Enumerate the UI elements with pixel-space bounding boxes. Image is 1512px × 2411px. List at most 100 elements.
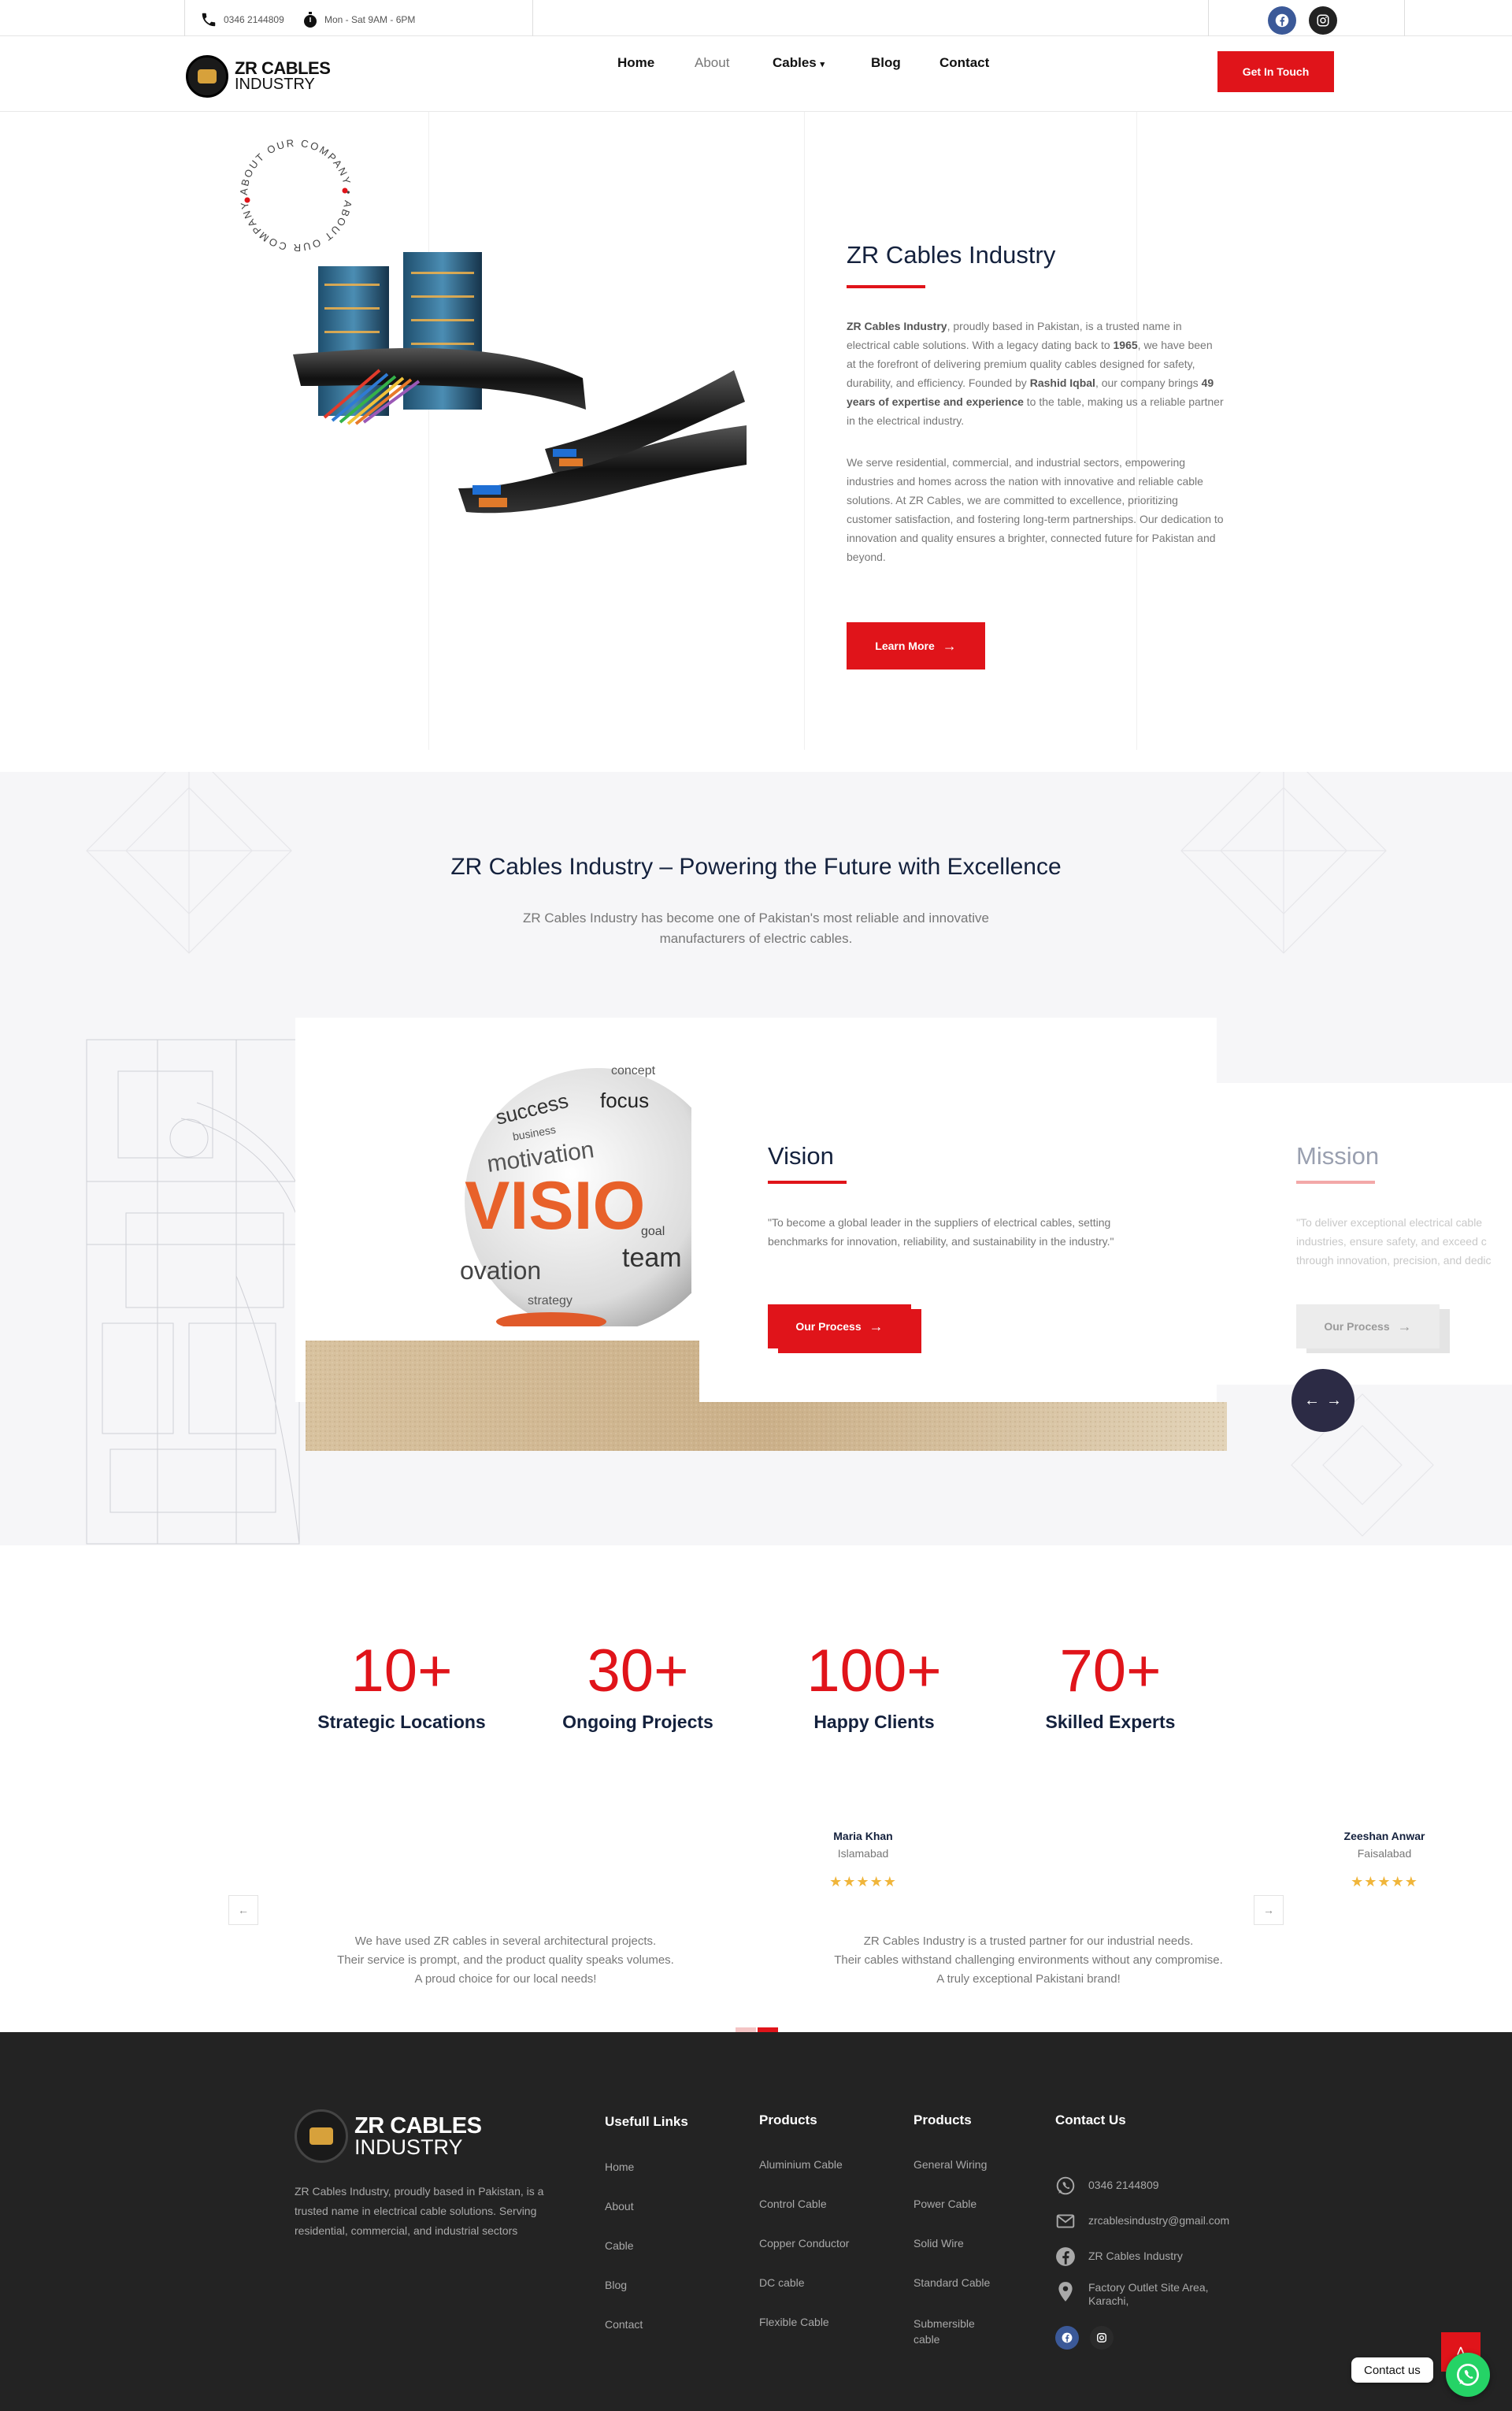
- chevron-down-icon: ▾: [820, 60, 825, 69]
- testimonial-name: Zeeshan Anwar: [1343, 1830, 1425, 1842]
- footer-email[interactable]: zrcablesindustry@gmail.com: [1055, 2211, 1229, 2231]
- nav-home[interactable]: Home: [617, 55, 654, 71]
- contact-us-bubble[interactable]: Contact us: [1351, 2357, 1433, 2383]
- testimonial-line: We have used ZR cables in several archit…: [354, 1934, 657, 1948]
- get-in-touch-button[interactable]: Get In Touch: [1217, 51, 1334, 92]
- about-paragraph-1: ZR Cables Industry, proudly based in Pak…: [847, 320, 1224, 427]
- footer-logo-line2: INDUSTRY: [354, 2135, 463, 2159]
- excellence-section: ZR Cables Industry – Powering the Future…: [0, 772, 1512, 1545]
- stat-label-clients: Happy Clients: [813, 1712, 935, 1732]
- logo-mark-icon: [186, 55, 228, 98]
- footer-about-text: ZR Cables Industry, proudly based in Pak…: [295, 2182, 543, 2241]
- footer-product-link[interactable]: Standard Cable: [914, 2276, 990, 2289]
- footer-product-link[interactable]: DC cable: [759, 2276, 805, 2289]
- site-logo[interactable]: ZR CABLES INDUSTRY: [186, 55, 331, 98]
- whatsapp-icon: [1056, 2176, 1075, 2195]
- arrow-left-icon: ←: [238, 1904, 249, 1916]
- testimonial-line: A proud choice for our local needs!: [414, 1972, 597, 1986]
- whatsapp-icon: [1457, 2364, 1479, 2386]
- stat-value-experts: 70+: [1059, 1638, 1162, 1704]
- footer-facebook[interactable]: ZR Cables Industry: [1055, 2246, 1183, 2267]
- footer-facebook-button[interactable]: [1055, 2326, 1079, 2350]
- topbar-phone[interactable]: 0346 2144809: [200, 11, 284, 28]
- nav-blog[interactable]: Blog: [871, 55, 901, 71]
- vision-word: VISIO: [465, 1168, 645, 1244]
- footer-facebook-text: ZR Cables Industry: [1088, 2250, 1183, 2262]
- footer-address-line: Karachi,: [1088, 2294, 1129, 2307]
- footer-instagram-button[interactable]: [1090, 2326, 1114, 2350]
- excellence-subtitle-line1: ZR Cables Industry has become one of Pak…: [523, 911, 989, 925]
- top-bar: 0346 2144809 Mon - Sat 9AM - 6PM: [0, 0, 1512, 36]
- footer-product-link[interactable]: Flexible Cable: [759, 2316, 829, 2328]
- excellence-subtitle-line2: manufacturers of electric cables.: [659, 931, 853, 946]
- arrow-left-icon[interactable]: ←: [1304, 1392, 1320, 1410]
- svg-text:ABOUT OUR COMPANY • ABOUT OUR: ABOUT OUR COMPANY • ABOUT OUR COMPANY •: [233, 132, 354, 254]
- footer-about-line: trusted name in electrical cable solutio…: [295, 2205, 537, 2217]
- footer-product-link[interactable]: General Wiring: [914, 2158, 987, 2171]
- topbar-hours-text: Mon - Sat 9AM - 6PM: [324, 14, 416, 25]
- footer-link-cable[interactable]: Cable: [605, 2239, 634, 2252]
- footer-product-link[interactable]: Aluminium Cable: [759, 2158, 843, 2171]
- mission-text-line2: industries, ensure safety, and exceed c: [1296, 1235, 1487, 1248]
- topbar-hours: Mon - Sat 9AM - 6PM: [302, 11, 415, 28]
- testimonial-next-button[interactable]: →: [1254, 1895, 1284, 1925]
- cables-buildings-image: [293, 252, 747, 514]
- logo-text-line2: INDUSTRY: [235, 76, 315, 93]
- mission-text-line1: "To deliver exceptional electrical cable: [1296, 1216, 1483, 1229]
- vision-our-process-button[interactable]: Our Process →: [768, 1304, 911, 1348]
- footer-phone-text: 0346 2144809: [1088, 2179, 1159, 2191]
- vision-globe-image: VISIO success focus business motivation …: [460, 1064, 691, 1326]
- learn-more-label: Learn More: [875, 640, 935, 652]
- footer-product-link[interactable]: Solid Wire: [914, 2237, 964, 2250]
- testimonial-line: ZR Cables Industry is a trusted partner …: [863, 1934, 1194, 1948]
- nav-cables[interactable]: Cables ▾: [773, 55, 825, 71]
- whatsapp-chat-button[interactable]: [1446, 2353, 1490, 2397]
- main-header: ZR CABLES INDUSTRY Home About Cables ▾ B…: [0, 36, 1512, 112]
- facebook-icon: [1062, 2332, 1073, 2343]
- footer-product-link[interactable]: Submersible cable: [914, 2316, 1000, 2347]
- about-title: ZR Cables Industry: [847, 241, 1056, 269]
- footer-address-text: Factory Outlet Site Area, Karachi,: [1088, 2281, 1209, 2308]
- mission-title: Mission: [1296, 1142, 1380, 1170]
- envelope-icon: [1056, 2214, 1075, 2228]
- testimonial-line: Their cables withstand challenging envir…: [834, 1953, 1223, 1967]
- footer-link-home[interactable]: Home: [605, 2161, 634, 2173]
- goal-word: goal: [641, 1225, 665, 1238]
- phone-icon: [202, 13, 216, 27]
- stat-label-experts: Skilled Experts: [1045, 1712, 1176, 1732]
- nav-about[interactable]: About: [695, 55, 729, 71]
- footer-product-link[interactable]: Control Cable: [759, 2198, 827, 2210]
- mission-our-process-label: Our Process: [1324, 1320, 1390, 1333]
- testimonial-line: A truly exceptional Pakistani brand!: [936, 1972, 1121, 1986]
- facebook-icon: [1275, 13, 1289, 28]
- team-word: team: [622, 1243, 682, 1273]
- arrow-right-icon[interactable]: →: [1326, 1392, 1342, 1410]
- footer-address: Factory Outlet Site Area, Karachi,: [1055, 2281, 1209, 2308]
- footer-address-line: Factory Outlet Site Area,: [1088, 2281, 1209, 2294]
- footer-link-blog[interactable]: Blog: [605, 2279, 627, 2291]
- footer-logo[interactable]: ZR CABLES INDUSTRY: [295, 2109, 482, 2163]
- star-rating-icon: ★★★★★: [829, 1874, 897, 1890]
- footer-about-line: residential, commercial, and industrial …: [295, 2224, 518, 2237]
- footer-link-about[interactable]: About: [605, 2200, 634, 2213]
- instagram-icon: [1097, 2333, 1106, 2342]
- stat-value-projects: 30+: [587, 1638, 689, 1704]
- learn-more-button[interactable]: Learn More →: [847, 622, 985, 670]
- nav-cables-label: Cables: [773, 55, 817, 70]
- nav-contact[interactable]: Contact: [939, 55, 989, 71]
- testimonial-city: Faisalabad: [1357, 1847, 1412, 1860]
- facebook-link[interactable]: [1268, 6, 1296, 35]
- footer-link-contact[interactable]: Contact: [605, 2318, 643, 2331]
- footer-product-link[interactable]: Power Cable: [914, 2198, 976, 2210]
- footer-product-link[interactable]: Copper Conductor: [759, 2237, 849, 2250]
- mission-our-process-button[interactable]: Our Process →: [1296, 1304, 1440, 1348]
- testimonial-prev-button[interactable]: ←: [228, 1895, 258, 1925]
- products-heading-2: Products: [914, 2112, 972, 2127]
- star-rating-icon: ★★★★★: [1351, 1874, 1418, 1890]
- testimonial-line: Their service is prompt, and the product…: [337, 1953, 674, 1967]
- slider-nav-button[interactable]: ← →: [1292, 1369, 1354, 1432]
- logo-mark-icon: [295, 2109, 348, 2163]
- instagram-link[interactable]: [1309, 6, 1337, 35]
- vision-our-process-label: Our Process: [795, 1320, 862, 1333]
- footer-phone[interactable]: 0346 2144809: [1055, 2175, 1159, 2196]
